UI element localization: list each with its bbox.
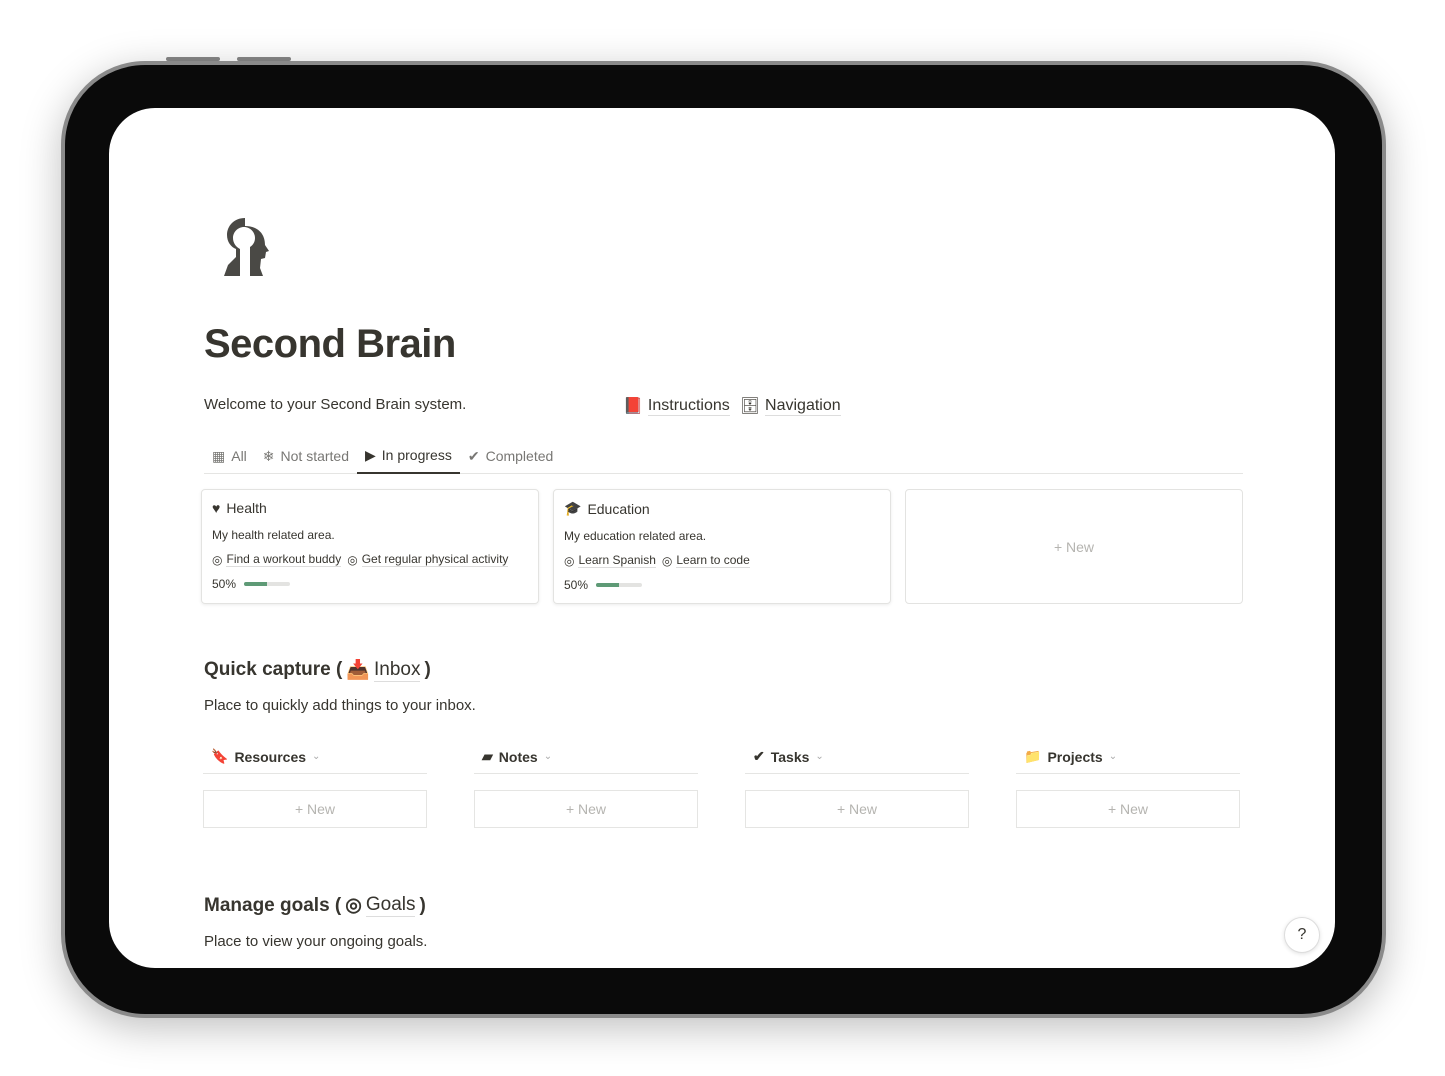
target-icon: ◎ — [564, 553, 575, 568]
progress-label: 50% — [564, 578, 589, 592]
check-circle-icon: ✔ — [753, 748, 765, 764]
target-icon: ◎ — [347, 552, 358, 567]
bookmark-icon: 🔖 — [211, 748, 229, 764]
brain-head-logo-icon — [224, 218, 269, 276]
inbox-link[interactable]: Inbox — [374, 659, 421, 682]
play-icon: ▶ — [365, 446, 376, 463]
tasks-view-selector[interactable]: ✔ Tasks ⌄ — [745, 740, 969, 774]
tab-all[interactable]: ▦ All — [204, 438, 255, 474]
tab-not-started[interactable]: ❄ Not started — [255, 438, 357, 474]
goal-link[interactable]: ◎ Get regular physical activity — [347, 552, 509, 567]
note-icon: ▰ — [482, 748, 493, 764]
manage-goals-heading: Manage goals (◎ Goals) — [204, 894, 426, 917]
instructions-link[interactable]: 📕 Instructions — [623, 396, 730, 416]
column-notes: ▰ Notes ⌄ + New — [474, 740, 698, 828]
chevron-down-icon: ⌄ — [543, 751, 553, 762]
progress-label: 50% — [212, 577, 237, 591]
manage-goals-description: Place to view your ongoing goals. — [204, 933, 428, 950]
target-icon: ◎ — [212, 552, 223, 567]
inbox-icon: 📥 — [346, 660, 370, 681]
database-arrow-icon: 🗄 — [739, 398, 761, 415]
area-card-education[interactable]: 🎓 Education My education related area. ◎ L… — [553, 489, 891, 604]
new-note-button[interactable]: + New — [474, 790, 698, 828]
area-card-health[interactable]: ♥ Health My health related area. ◎ Find a … — [201, 489, 539, 604]
column-projects: 📁 Projects ⌄ + New — [1016, 740, 1240, 828]
tab-in-progress[interactable]: ▶ In progress — [357, 438, 460, 474]
column-tasks: ✔ Tasks ⌄ + New — [745, 740, 969, 828]
chevron-down-icon: ⌄ — [1108, 751, 1118, 762]
check-circle-icon: ✔ — [467, 447, 480, 464]
notes-view-selector[interactable]: ▰ Notes ⌄ — [474, 740, 698, 774]
progress-bar — [244, 582, 291, 586]
area-description: My education related area. — [564, 529, 707, 543]
new-project-button[interactable]: + New — [1016, 790, 1240, 828]
chevron-down-icon: ⌄ — [815, 751, 824, 762]
help-button[interactable]: ? — [1284, 917, 1320, 953]
graduation-cap-icon: 🎓 — [564, 500, 582, 516]
book-arrow-icon: 📕 — [623, 398, 643, 415]
target-arrow-icon: ◎ — [345, 895, 362, 916]
column-resources: 🔖 Resources ⌄ + New — [203, 740, 427, 828]
page-title: Second Brain — [204, 322, 456, 366]
chevron-down-icon: ⌄ — [312, 751, 321, 762]
area-description: My health related area. — [212, 528, 335, 542]
goal-link[interactable]: ◎ Find a workout buddy — [212, 552, 342, 567]
goal-link[interactable]: ◎ Learn to code — [662, 553, 750, 568]
goals-link[interactable]: Goals — [365, 894, 416, 917]
screen: Second Brain Welcome to your Second Brai… — [109, 108, 1335, 968]
quick-capture-heading: Quick capture (📥 Inbox) — [204, 658, 431, 682]
projects-view-selector[interactable]: 📁 Projects ⌄ — [1016, 740, 1240, 774]
goal-link[interactable]: ◎ Learn Spanish — [564, 553, 656, 568]
plus-icon: + — [1053, 538, 1067, 555]
navigation-link[interactable]: 🗄 Navigation — [740, 396, 841, 416]
resources-view-selector[interactable]: 🔖 Resources ⌄ — [203, 740, 427, 774]
new-area-card[interactable]: + New — [905, 489, 1243, 604]
welcome-text: Welcome to your Second Brain system. — [204, 396, 467, 413]
quick-capture-description: Place to quickly add things to your inbo… — [204, 697, 476, 714]
target-icon: ◎ — [661, 553, 673, 568]
heart-icon: ♥ — [212, 500, 221, 516]
progress-bar — [596, 583, 643, 587]
tab-completed[interactable]: ✔ Completed — [460, 438, 561, 474]
view-tabs: ▦ All ❄ Not started ▶ In progress ✔ Complete… — [204, 438, 1243, 474]
snowflake-icon: ❄ — [262, 447, 275, 464]
folder-icon: 📁 — [1024, 748, 1042, 764]
new-task-button[interactable]: + New — [745, 790, 969, 828]
grid-icon: ▦ — [212, 447, 226, 464]
new-resource-button[interactable]: + New — [203, 790, 427, 828]
